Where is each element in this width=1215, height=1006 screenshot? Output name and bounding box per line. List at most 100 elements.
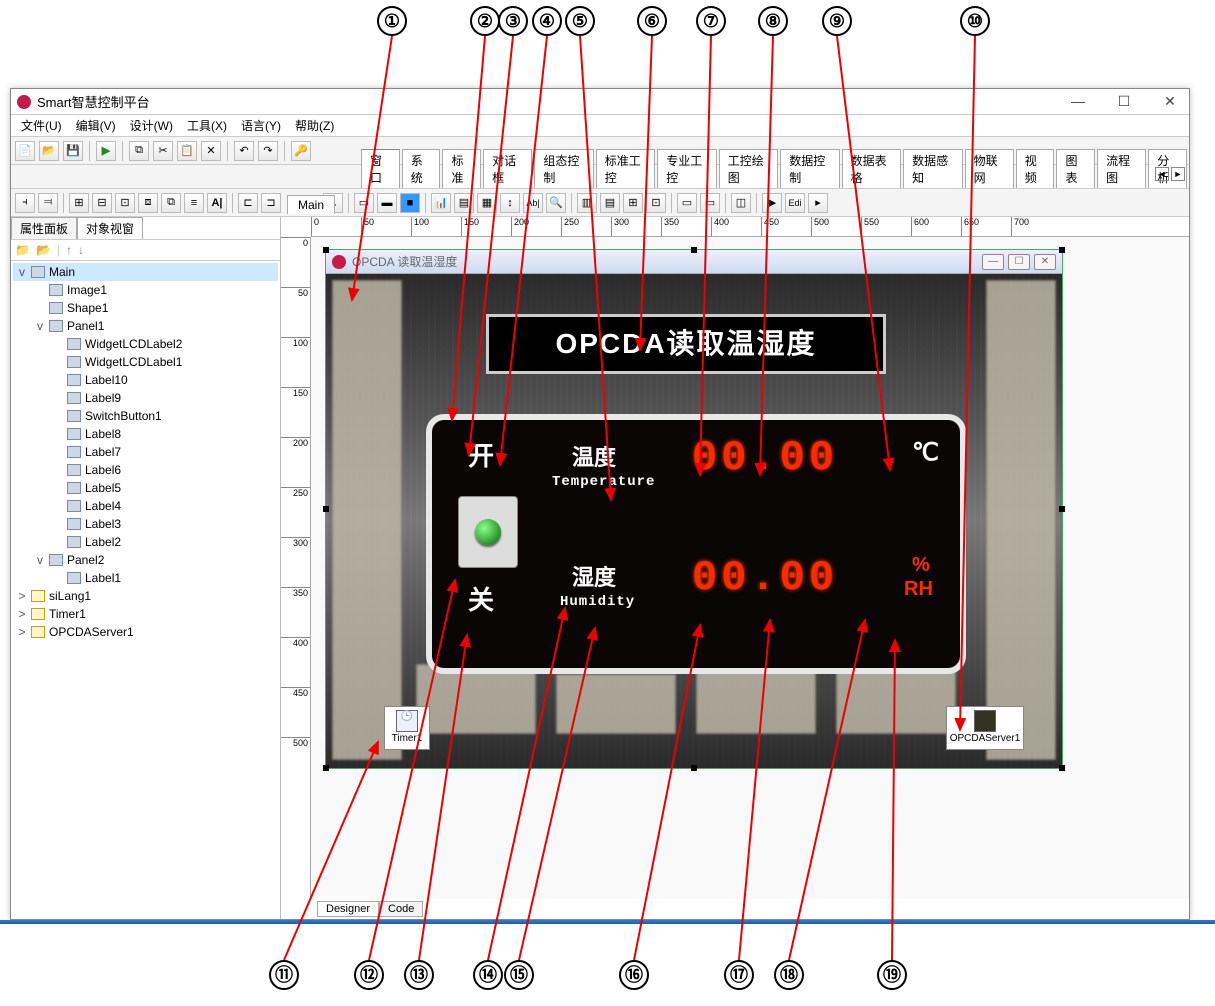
palette-item-icon[interactable]: ▶: [762, 193, 782, 213]
lp-move-down-icon[interactable]: ↓: [78, 243, 84, 257]
palette-item-icon[interactable]: 🔍: [546, 193, 566, 213]
palette-item-icon[interactable]: ■: [400, 193, 420, 213]
palette-tab-datasense[interactable]: 数据感知: [903, 149, 962, 188]
tree-node[interactable]: Label7: [13, 443, 278, 461]
tab-property-panel[interactable]: 属性面板: [11, 217, 77, 239]
palette-scroll-left[interactable]: ◄: [1155, 167, 1169, 181]
layout-tool-icon[interactable]: ⊏: [238, 193, 258, 213]
tree-node[interactable]: vPanel1: [13, 317, 278, 335]
tree-node[interactable]: vPanel2: [13, 551, 278, 569]
titlebar[interactable]: Smart智慧控制平台 — ☐ ✕: [11, 89, 1189, 115]
palette-tab-iot[interactable]: 物联网: [965, 149, 1014, 188]
tree-node[interactable]: WidgetLCDLabel1: [13, 353, 278, 371]
form-close-icon[interactable]: ✕: [1034, 254, 1056, 270]
tree-node[interactable]: SwitchButton1: [13, 407, 278, 425]
layout-tool-icon[interactable]: ⊡: [115, 193, 135, 213]
copy-button[interactable]: ⧉: [129, 141, 149, 161]
tree-node[interactable]: Label8: [13, 425, 278, 443]
tree-node[interactable]: Shape1: [13, 299, 278, 317]
tree-node[interactable]: Label6: [13, 461, 278, 479]
palette-tab-standard[interactable]: 标准: [442, 149, 481, 188]
tree-node[interactable]: Label10: [13, 371, 278, 389]
tree-node[interactable]: Label9: [13, 389, 278, 407]
palette-tab-datactrl[interactable]: 数据控制: [780, 149, 839, 188]
palette-item-icon[interactable]: ⊡: [646, 193, 666, 213]
palette-item-icon[interactable]: ▦: [477, 193, 497, 213]
menu-design[interactable]: 设计(W): [124, 117, 179, 134]
switch-button[interactable]: [458, 496, 518, 568]
palette-item-icon[interactable]: ▸: [808, 193, 828, 213]
redo-button[interactable]: ↷: [258, 141, 278, 161]
palette-item-icon[interactable]: ▭: [677, 193, 697, 213]
palette-tab-window[interactable]: 窗口: [361, 149, 400, 188]
tree-node[interactable]: >OPCDAServer1: [13, 623, 278, 641]
tree-node[interactable]: >Timer1: [13, 605, 278, 623]
palette-item-icon[interactable]: ▭: [354, 193, 374, 213]
palette-item-icon[interactable]: ⊞: [623, 193, 643, 213]
lp-move-up-icon[interactable]: ↑: [66, 243, 72, 257]
palette-tab-chart[interactable]: 图表: [1056, 149, 1095, 188]
tree-node[interactable]: vMain: [13, 263, 278, 281]
palette-tab-flow[interactable]: 流程图: [1097, 149, 1146, 188]
selection-handle[interactable]: [1059, 247, 1065, 253]
timer-component[interactable]: 🕒 Timer1: [384, 706, 430, 750]
delete-button[interactable]: ✕: [201, 141, 221, 161]
tree-node[interactable]: Image1: [13, 281, 278, 299]
palette-tab-stdind[interactable]: 标准工控: [596, 149, 655, 188]
selection-handle[interactable]: [1059, 765, 1065, 771]
undo-button[interactable]: ↶: [234, 141, 254, 161]
tree-node[interactable]: Label4: [13, 497, 278, 515]
menu-lang[interactable]: 语言(Y): [235, 117, 287, 134]
palette-scroll-right[interactable]: ►: [1171, 167, 1185, 181]
key-button[interactable]: 🔑: [291, 141, 311, 161]
opcda-component[interactable]: OPCDAServer1: [946, 706, 1024, 750]
layout-tool-icon[interactable]: ≡: [184, 193, 204, 213]
tree-node[interactable]: Label1: [13, 569, 278, 587]
palette-item-icon[interactable]: ↕: [500, 193, 520, 213]
selection-handle[interactable]: [323, 765, 329, 771]
palette-item-icon[interactable]: ◫: [731, 193, 751, 213]
minimize-button[interactable]: —: [1065, 93, 1091, 110]
lp-tool-icon[interactable]: 📁: [15, 243, 30, 257]
menu-edit[interactable]: 编辑(V): [70, 117, 122, 134]
palette-tab-datatable[interactable]: 数据表格: [842, 149, 901, 188]
maximize-button[interactable]: ☐: [1111, 93, 1137, 110]
palette-item-icon[interactable]: ▤: [600, 193, 620, 213]
tab-designer[interactable]: Designer: [317, 901, 379, 917]
menu-file[interactable]: 文件(U): [15, 117, 68, 134]
palette-item-icon[interactable]: ▥: [577, 193, 597, 213]
palette-item-icon[interactable]: ▭: [700, 193, 720, 213]
selection-handle[interactable]: [691, 247, 697, 253]
form-maximize-icon[interactable]: ☐: [1008, 254, 1030, 270]
align-tool-icon[interactable]: ⫤: [38, 193, 58, 213]
palette-tab-scada[interactable]: 组态控制: [534, 149, 593, 188]
selection-handle[interactable]: [1059, 506, 1065, 512]
lp-tool-icon[interactable]: 📂: [36, 243, 51, 257]
close-button[interactable]: ✕: [1157, 93, 1183, 110]
selection-handle[interactable]: [323, 506, 329, 512]
palette-item-icon[interactable]: Edi: [785, 193, 805, 213]
palette-item-icon[interactable]: ▤: [454, 193, 474, 213]
selection-handle[interactable]: [323, 247, 329, 253]
palette-tab-proind[interactable]: 专业工控: [657, 149, 716, 188]
menu-tools[interactable]: 工具(X): [181, 117, 233, 134]
opcda-form[interactable]: OPCDA 读取温湿度 — ☐ ✕: [325, 249, 1063, 769]
cut-button[interactable]: ✂: [153, 141, 173, 161]
paste-button[interactable]: 📋: [177, 141, 197, 161]
object-tree[interactable]: vMain Image1 Shape1vPanel1 WidgetLCDLabe…: [11, 261, 280, 919]
tab-code[interactable]: Code: [379, 901, 423, 917]
run-button[interactable]: ▶: [96, 141, 116, 161]
form-minimize-icon[interactable]: —: [982, 254, 1004, 270]
selection-handle[interactable]: [691, 765, 697, 771]
open-button[interactable]: 📂: [39, 141, 59, 161]
text-tool-icon[interactable]: A|: [207, 193, 227, 213]
palette-tab-system[interactable]: 系统: [402, 149, 441, 188]
tree-node[interactable]: Label2: [13, 533, 278, 551]
new-button[interactable]: 📄: [15, 141, 35, 161]
layout-tool-icon[interactable]: ⧈: [138, 193, 158, 213]
palette-tab-inddraw[interactable]: 工控绘图: [719, 149, 778, 188]
tab-object-view[interactable]: 对象视窗: [77, 217, 143, 239]
palette-item-icon[interactable]: Ab|: [523, 193, 543, 213]
palette-item-icon[interactable]: ▬: [377, 193, 397, 213]
doc-tab-main[interactable]: Main: [287, 195, 335, 214]
